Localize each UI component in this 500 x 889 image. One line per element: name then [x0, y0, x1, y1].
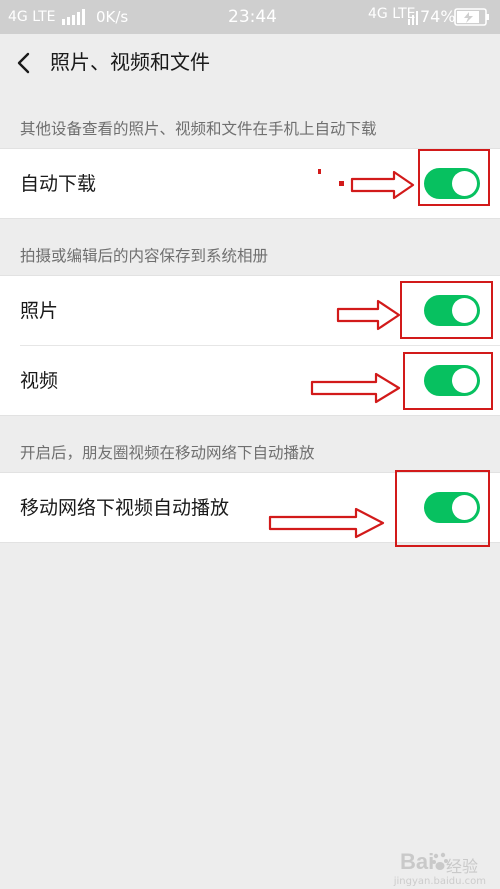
- watermark-url: jingyan.baidu.com: [393, 876, 486, 887]
- setting-label: 视频: [20, 370, 59, 392]
- clock: 23:44: [228, 7, 277, 27]
- annotation-dot: [339, 181, 344, 186]
- network-label-left: 4G LTE: [8, 9, 56, 25]
- setting-label: 移动网络下视频自动播放: [20, 497, 230, 519]
- setting-label: 照片: [20, 300, 59, 322]
- nav-bar: 照片、视频和文件: [0, 34, 500, 92]
- annotation-arrow: [310, 372, 401, 404]
- setting-label: 自动下载: [20, 173, 97, 195]
- signal-icon-small: [408, 11, 418, 25]
- status-bar: 4G LTE 0K/s 23:44 4G LTE 74%: [0, 0, 500, 34]
- annotation-box: [418, 149, 490, 206]
- section-header-save-to-album: 拍摄或编辑后的内容保存到系统相册: [20, 247, 269, 265]
- annotation-box: [400, 281, 493, 339]
- annotation-box: [395, 470, 490, 547]
- section-header-auto-download: 其他设备查看的照片、视频和文件在手机上自动下载: [20, 120, 377, 138]
- signal-icon: [62, 9, 85, 25]
- watermark-brand-cn: 经验: [446, 857, 479, 876]
- battery-charging-icon: [454, 8, 489, 26]
- chevron-left-icon: [17, 52, 30, 74]
- annotation-arrow: [336, 299, 401, 331]
- section-header-autoplay: 开启后，朋友圈视频在移动网络下自动播放: [20, 444, 315, 462]
- page-title: 照片、视频和文件: [50, 50, 210, 74]
- annotation-arrow: [350, 170, 415, 200]
- watermark-brand: Bai: [400, 849, 435, 874]
- annotation-arrow: [268, 507, 385, 539]
- back-button[interactable]: [8, 46, 42, 80]
- annotation-box: [403, 352, 493, 410]
- annotation-dot: [318, 169, 321, 174]
- network-speed: 0K/s: [96, 8, 129, 26]
- battery-percent: 74%: [420, 7, 456, 26]
